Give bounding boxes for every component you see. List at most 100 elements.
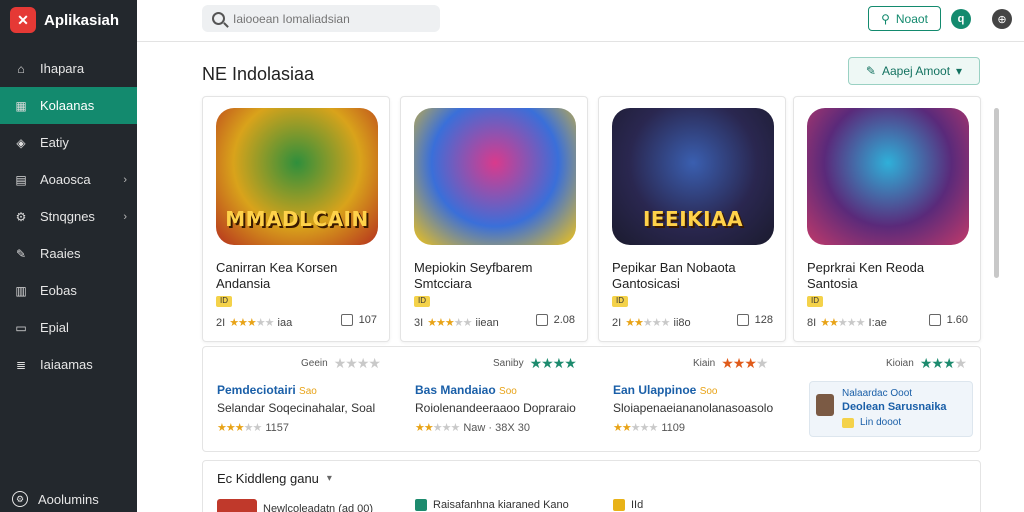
download-value: 107 [358, 314, 377, 326]
rating-prefix: 2I [216, 316, 226, 329]
document-icon: ▭ [15, 320, 27, 335]
settings-circle-icon: ⚙ [12, 491, 28, 507]
sidebar-footer[interactable]: ⚙ Aoolumins [0, 486, 137, 512]
list-item[interactable]: Ean Ulappinoe Soo Sloiapenaeiananolanasoa… [613, 383, 803, 434]
sidebar-item-5[interactable]: ✎ Raaies [0, 235, 137, 272]
bottom-list-item-label: Newlcoleadatn (ad 00) [263, 503, 374, 512]
app-square-icon [613, 499, 625, 511]
bottom-section: Ec Kiddleng ganu ▾ Newlcoleadatn (ad 00)… [202, 460, 981, 512]
ratings-panel: Geein ★★★★ Saniby ★★★★ Kiain ★★★★ Kioian ★★★★ P… [202, 346, 981, 452]
sidebar-item-0[interactable]: ⌂ Ihapara [0, 50, 137, 87]
sidebar-item-6[interactable]: ▥ Eobas [0, 272, 137, 309]
sidebar-item-7[interactable]: ▭ Epial [0, 309, 137, 346]
game-title[interactable]: Pepikar Ban Nobaota Gantosicasi [612, 260, 777, 292]
download-count[interactable]: 1.60 [928, 314, 968, 326]
game-cover-image[interactable]: IEEIKIAA [612, 108, 774, 245]
rating-prefix: 3I [414, 316, 424, 329]
main-content: NE Indolasiaa ✎ Aapej Amoot ▾ MMADLCAIN C… [137, 42, 1024, 512]
list-item-meta-value: 1109 [661, 421, 686, 434]
search-input[interactable] [233, 11, 433, 26]
game-title[interactable]: Mepiokin Seyfbarem Smtcciara [414, 260, 579, 292]
sidebar-item-8[interactable]: ≣ Iaiaamas [0, 346, 137, 383]
sidebar-item-label: Aoaosca [40, 172, 91, 187]
game-card[interactable]: IEEIKIAA Pepikar Ban Nobaota Gantosicasi I… [598, 96, 786, 342]
sidebar-item-2[interactable]: ◈ Eatiy [0, 124, 137, 161]
game-cover-title: MMADLCAIN [225, 207, 369, 231]
chevron-right-icon: › [123, 210, 127, 223]
brand[interactable]: ✕ Aplikasiah [0, 0, 137, 40]
game-cover-image[interactable]: MMADLCAIN [216, 108, 378, 245]
bottom-list-item[interactable]: Raisafanhna kiaraned Kano [415, 499, 569, 511]
list-icon: ≣ [15, 357, 27, 372]
game-thumbnail [217, 499, 257, 512]
globe-icon[interactable]: ⊕ [992, 9, 1012, 29]
star-rating-icon: ★★★★ [529, 355, 577, 371]
apply-filter-button[interactable]: ✎ Aapej Amoot ▾ [848, 57, 980, 85]
sidebar-footer-label: Aoolumins [38, 491, 99, 507]
download-count[interactable]: 2.08 [535, 314, 575, 326]
list-item-meta: ★★★★★ Naw · 38X 30 [415, 421, 605, 435]
chevron-right-icon: › [123, 173, 127, 186]
scrollbar[interactable] [994, 108, 999, 278]
game-cards: MMADLCAIN Canirran Kea Korsen Andansia ID 2… [202, 96, 982, 342]
star-rating-icon: ★★★★ [333, 355, 381, 371]
rating-prefix: 2I [612, 316, 622, 329]
rating-filter[interactable]: Saniby ★★★★ [493, 355, 577, 372]
rating-filter[interactable]: Kiain ★★★★ [693, 355, 768, 372]
sidebar-item-label: Kolaanas [40, 98, 95, 113]
rating-filter[interactable]: Kioian ★★★★ [886, 355, 967, 372]
game-card[interactable]: Peprkrai Ken Reoda Santosia ID 8I ★★★★★ I:ae… [793, 96, 981, 342]
page-title: NE Indolasiaa [202, 64, 315, 84]
bottom-section-header[interactable]: Ec Kiddleng ganu ▾ [217, 471, 332, 486]
game-title[interactable]: Peprkrai Ken Reoda Santosia [807, 260, 972, 292]
game-rating: 2I ★★★★★ ii8o [612, 316, 691, 330]
game-cover-image[interactable] [807, 108, 969, 245]
sidebar-item-label: Eatiy [40, 135, 69, 150]
sidebar-item-1[interactable]: ▦ Kolaanas [0, 87, 137, 124]
app-name: Aplikasiah [44, 11, 120, 29]
game-cover-image[interactable] [414, 108, 576, 245]
featured-line3: Lin dooot [842, 417, 901, 428]
sidebar-item-label: Raaies [40, 246, 81, 261]
region-badge: ID [216, 296, 232, 307]
download-value: 1.60 [946, 314, 968, 326]
game-card[interactable]: Mepiokin Seyfbarem Smtcciara ID 3I ★★★★★ iie… [400, 96, 588, 342]
sidebar-item-label: Ihapara [40, 61, 85, 76]
star-rating-icon: ★★★★★ [217, 422, 262, 434]
star-rating-icon: ★★★★★ [625, 317, 670, 329]
bottom-list-item-label: IId [631, 499, 644, 511]
search-circle-icon[interactable]: q [951, 9, 971, 29]
sidebar-item-label: Eobas [40, 283, 77, 298]
star-rating-icon: ★★★★ [919, 355, 967, 371]
login-button[interactable]: ⚲ Noaot [868, 6, 941, 31]
gear-icon: ⚙ [15, 209, 27, 224]
game-card[interactable]: MMADLCAIN Canirran Kea Korsen Andansia ID 2… [202, 96, 390, 342]
list-item[interactable]: Pemdeciotairi Sao Selandar Soqecinahalar,… [217, 383, 407, 434]
featured-title: Deolean Sarusnaika [842, 401, 947, 413]
featured-item[interactable]: Nalaardac Ooot Deolean Sarusnaika Lin do… [809, 381, 973, 437]
game-title[interactable]: Canirran Kea Korsen Andansia [216, 260, 381, 292]
bottom-list-item[interactable]: Newlcoleadatn (ad 00) [217, 499, 373, 512]
topbar: ⚲ Noaot q ⊕ [137, 0, 1024, 42]
list-item-meta: ★★★★★ 1157 [217, 421, 407, 435]
list-item[interactable]: Bas Mandaiao Soo Roiolenandeeraaoo Doprar… [415, 383, 605, 434]
sidebar-nav: ⌂ Ihapara ▦ Kolaanas ◈ Eatiy ▤ Aoaosca › ⚙ Stnqgne… [0, 50, 137, 383]
region-badge: ID [414, 296, 430, 307]
list-item-title: Bas Mandaiao Soo [415, 383, 605, 397]
list-item-subtitle: Selandar Soqecinahalar, Soal [217, 401, 376, 415]
rating-suffix: ii8o [673, 316, 691, 329]
download-icon [535, 314, 548, 326]
sidebar-item-4[interactable]: ⚙ Stnqgnes › [0, 198, 137, 235]
featured-line3-text: Lin dooot [860, 417, 902, 428]
star-rating-icon: ★★★★★ [415, 422, 460, 434]
download-count[interactable]: 128 [736, 314, 773, 326]
pen-icon: ✎ [15, 246, 27, 261]
rating-filter[interactable]: Geein ★★★★ [301, 355, 381, 372]
sidebar-item-3[interactable]: ▤ Aoaosca › [0, 161, 137, 198]
download-count[interactable]: 107 [340, 314, 377, 326]
rating-suffix: iiean [475, 316, 499, 329]
game-rating: 2I ★★★★★ iaa [216, 316, 292, 330]
bottom-list-item[interactable]: IId [613, 499, 643, 511]
app-logo-icon: ✕ [10, 7, 36, 33]
search-box[interactable] [202, 5, 440, 32]
